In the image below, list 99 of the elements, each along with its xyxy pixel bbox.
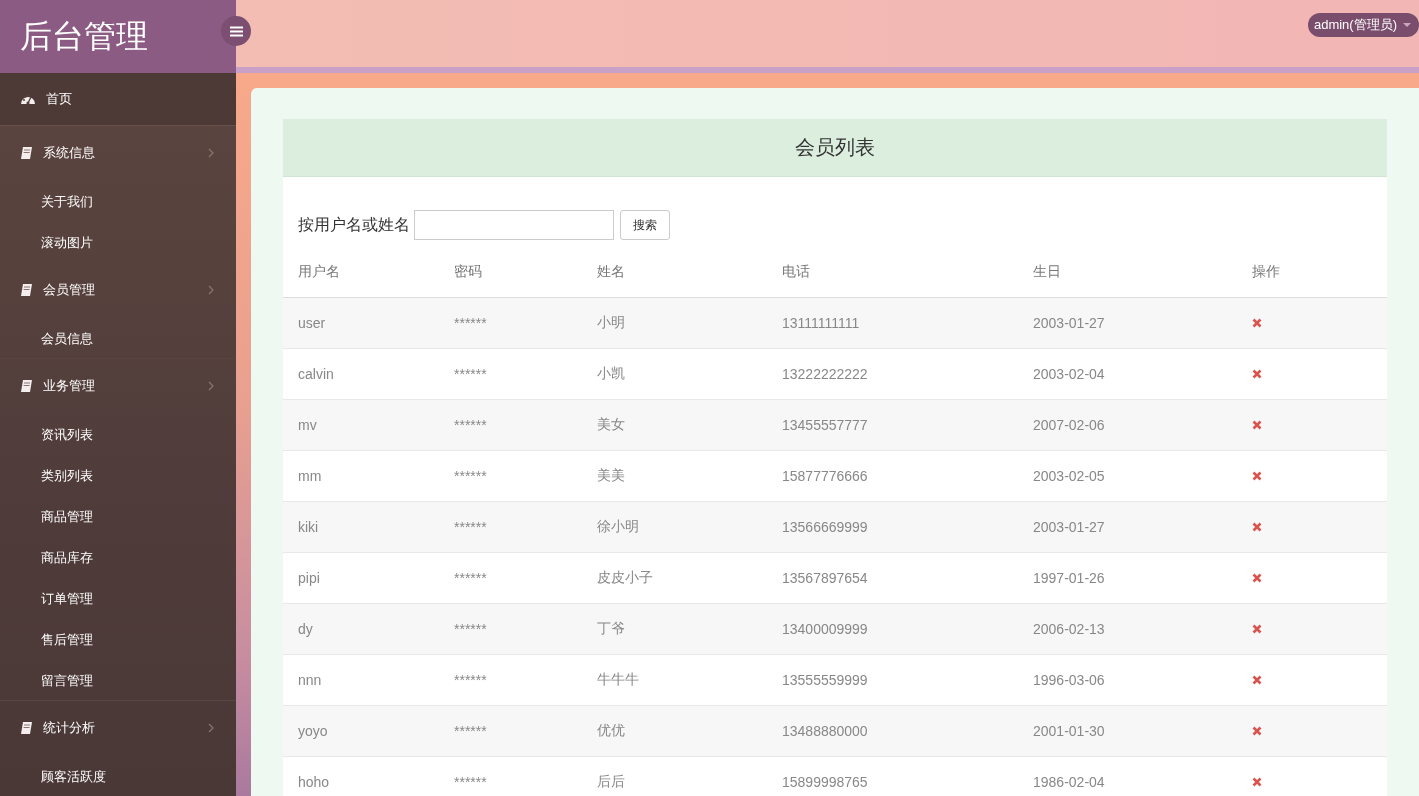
dashboard-icon (20, 92, 36, 106)
table-cell: 2003-01-27 (1033, 315, 1105, 331)
table-cell: calvin (298, 366, 334, 382)
table-cell: 后后 (597, 773, 625, 789)
delete-icon[interactable] (1252, 471, 1262, 481)
sidebar-item[interactable]: 商品管理 (41, 507, 93, 526)
sidebar-item[interactable]: 滚动图片 (41, 233, 93, 252)
menu-icon (229, 25, 243, 37)
delete-icon[interactable] (1252, 420, 1262, 430)
sidebar-item[interactable]: 商品库存 (41, 548, 93, 567)
table-cell: 13488880000 (782, 723, 868, 739)
sidebar-item[interactable]: 会员信息 (41, 329, 93, 348)
sidebar-item[interactable]: 售后管理 (41, 630, 93, 649)
table-cell: 1996-03-06 (1033, 672, 1105, 688)
column-header: 密码 (454, 263, 482, 279)
table-cell: ****** (454, 366, 487, 382)
table-cell: ****** (454, 672, 487, 688)
table-cell: 牛牛牛 (597, 671, 639, 687)
chevron-right-icon (208, 285, 214, 295)
delete-icon[interactable] (1252, 777, 1262, 787)
column-header: 姓名 (597, 263, 625, 279)
sidebar-item[interactable]: 留言管理 (41, 671, 93, 690)
table-cell: 优优 (597, 722, 625, 738)
table-cell: 2007-02-06 (1033, 417, 1105, 433)
table-cell: pipi (298, 570, 320, 586)
panel-title: 会员列表 (795, 135, 875, 160)
chevron-right-icon (208, 148, 214, 158)
table-cell: hoho (298, 774, 330, 790)
delete-icon[interactable] (1252, 318, 1262, 328)
table-cell: 13555559999 (782, 672, 868, 688)
table-cell: 美女 (597, 416, 625, 432)
table-cell: ****** (454, 774, 487, 790)
table-cell: ****** (454, 621, 487, 637)
table-cell: kiki (298, 519, 319, 535)
sidebar-group[interactable]: 业务管理 (0, 359, 236, 413)
table-cell: 13455557777 (782, 417, 868, 433)
search-field[interactable] (414, 210, 614, 240)
table-cell: 15877776666 (782, 468, 868, 484)
delete-icon[interactable] (1252, 573, 1262, 583)
table-cell: ****** (454, 417, 487, 433)
delete-icon[interactable] (1252, 522, 1262, 532)
table-cell: 1997-01-26 (1033, 570, 1105, 586)
user-menu-button[interactable]: admin(管理员) (1307, 13, 1419, 37)
table-cell: 13400009999 (782, 621, 868, 637)
table-cell: 徐小明 (597, 518, 639, 534)
table-cell: 13566669999 (782, 519, 868, 535)
table-cell: ****** (454, 315, 487, 331)
sidebar-item[interactable]: 首页 (0, 73, 236, 126)
table-cell: 1986-02-04 (1033, 774, 1105, 790)
table-cell: 13222222222 (782, 366, 868, 382)
table-cell: 丁爷 (597, 620, 625, 636)
column-header: 用户名 (298, 263, 340, 279)
table-cell: ****** (454, 468, 487, 484)
table-cell: 小明 (597, 314, 625, 330)
search-label: 按用户名或姓名 (298, 214, 410, 235)
delete-icon[interactable] (1252, 624, 1262, 634)
chevron-right-icon (208, 723, 214, 733)
brand-title: 后台管理 (20, 16, 148, 56)
table-cell: ****** (454, 723, 487, 739)
sidebar-item[interactable]: 顾客活跃度 (41, 767, 106, 786)
table-cell: yoyo (298, 723, 328, 739)
sidebar-group[interactable]: 统计分析 (0, 701, 236, 755)
table-cell: 2003-02-04 (1033, 366, 1105, 382)
table-cell: ****** (454, 519, 487, 535)
table-cell: 2003-02-05 (1033, 468, 1105, 484)
table-cell: 13111111111 (782, 315, 860, 331)
table-cell: 13567897654 (782, 570, 868, 586)
column-header: 电话 (782, 263, 810, 279)
table-cell: 美美 (597, 467, 625, 483)
book-icon (20, 146, 34, 160)
table-cell: user (298, 315, 326, 331)
delete-icon[interactable] (1252, 726, 1262, 736)
table-cell: 2006-02-13 (1033, 621, 1105, 637)
book-icon (20, 379, 34, 393)
table-cell: 皮皮小子 (597, 569, 653, 585)
column-header: 操作 (1252, 263, 1280, 279)
search-button[interactable]: 搜索 (620, 210, 670, 240)
column-header: 生日 (1033, 263, 1061, 279)
sidebar-item[interactable]: 订单管理 (41, 589, 93, 608)
sidebar-item[interactable]: 资讯列表 (41, 425, 93, 444)
delete-icon[interactable] (1252, 675, 1262, 685)
sidebar-group[interactable]: 会员管理 (0, 263, 236, 317)
table-cell: 15899998765 (782, 774, 868, 790)
sidebar-item[interactable]: 关于我们 (41, 192, 93, 211)
table-cell: dy (298, 621, 313, 637)
table-cell: 2001-01-30 (1033, 723, 1105, 739)
chevron-right-icon (208, 381, 214, 391)
table-cell: nnn (298, 672, 322, 688)
sidebar-item[interactable]: 类别列表 (41, 466, 93, 485)
table-cell: 小凯 (597, 365, 625, 381)
table-cell: ****** (454, 570, 487, 586)
book-icon (20, 283, 34, 297)
table-cell: 2003-01-27 (1033, 519, 1105, 535)
book-icon (20, 721, 34, 735)
table-cell: mm (298, 468, 322, 484)
menu-toggle-button[interactable] (221, 16, 251, 46)
sidebar-group[interactable]: 系统信息 (0, 126, 236, 180)
delete-icon[interactable] (1252, 369, 1262, 379)
table-cell: mv (298, 417, 317, 433)
